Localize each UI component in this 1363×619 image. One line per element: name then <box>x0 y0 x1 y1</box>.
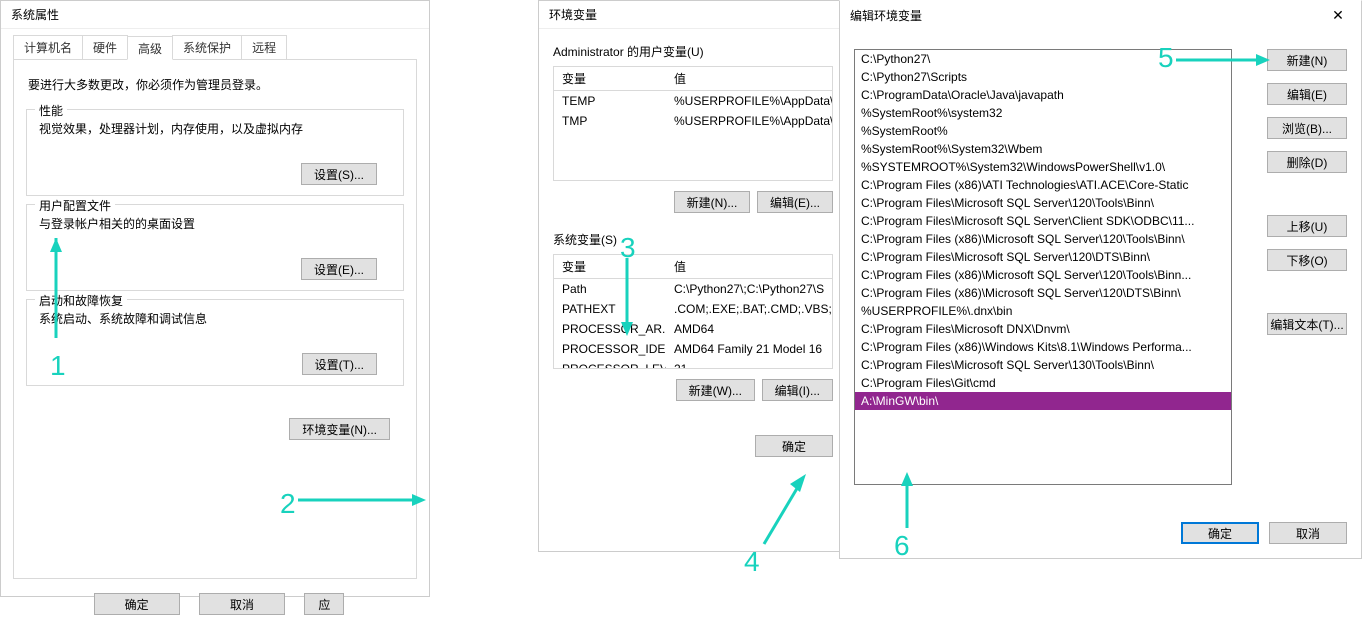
user-edit-button[interactable]: 编辑(E)... <box>757 191 833 213</box>
sys-edit-button[interactable]: 编辑(I)... <box>762 379 833 401</box>
list-item[interactable]: C:\Program Files (x86)\Microsoft SQL Ser… <box>855 284 1231 302</box>
props-titlebar: 系统属性 <box>1 1 429 29</box>
list-item[interactable]: C:\Python27\Scripts <box>855 68 1231 86</box>
env-titlebar: 环境变量 <box>539 1 847 29</box>
user-var-list[interactable]: TEMP%USERPROFILE%\AppData\TMP%USERPROFIL… <box>553 91 833 181</box>
col-var[interactable]: 变量 <box>554 67 666 90</box>
list-item[interactable]: %SystemRoot%\System32\Wbem <box>855 140 1231 158</box>
edit-cancel-button[interactable]: 取消 <box>1269 522 1347 544</box>
tab-1[interactable]: 硬件 <box>82 35 128 59</box>
list-item[interactable]: C:\Program Files (x86)\ATI Technologies\… <box>855 176 1231 194</box>
tab-4[interactable]: 远程 <box>241 35 287 59</box>
move-down-button[interactable]: 下移(O) <box>1267 249 1347 271</box>
boot-legend: 启动和故障恢复 <box>35 292 127 309</box>
table-row[interactable]: PROCESSOR_LEV21 <box>554 359 832 369</box>
tab-2[interactable]: 高级 <box>127 36 173 60</box>
props-note: 要进行大多数更改，你必须作为管理员登录。 <box>14 68 416 101</box>
list-item[interactable]: %SystemRoot% <box>855 122 1231 140</box>
perf-text: 视觉效果，处理器计划，内存使用，以及虚拟内存 <box>39 120 391 137</box>
props-title: 系统属性 <box>7 6 423 23</box>
boot-text: 系统启动、系统故障和调试信息 <box>39 310 391 327</box>
list-item[interactable]: C:\Program Files (x86)\Microsoft SQL Ser… <box>855 266 1231 284</box>
list-item[interactable]: %USERPROFILE%\.dnx\bin <box>855 302 1231 320</box>
move-up-button[interactable]: 上移(U) <box>1267 215 1347 237</box>
list-item[interactable]: %SystemRoot%\system32 <box>855 104 1231 122</box>
edit-titlebar: 编辑环境变量 <box>840 1 1361 29</box>
list-item[interactable]: C:\Program Files\Microsoft SQL Server\13… <box>855 356 1231 374</box>
delete-button[interactable]: 删除(D) <box>1267 151 1347 173</box>
props-tabbody: 要进行大多数更改，你必须作为管理员登录。 性能 视觉效果，处理器计划，内存使用，… <box>13 59 417 579</box>
user-settings-button[interactable]: 设置(E)... <box>301 258 377 280</box>
perf-group: 性能 视觉效果，处理器计划，内存使用，以及虚拟内存 设置(S)... <box>26 109 404 196</box>
perf-settings-button[interactable]: 设置(S)... <box>301 163 377 185</box>
tab-0[interactable]: 计算机名 <box>13 35 83 59</box>
props-cancel-button[interactable]: 取消 <box>199 593 285 615</box>
list-item[interactable]: A:\MinGW\bin\ <box>855 392 1231 410</box>
edit-text-button[interactable]: 编辑文本(T)... <box>1267 313 1347 335</box>
sys-new-button[interactable]: 新建(W)... <box>676 379 755 401</box>
props-apply-button[interactable]: 应 <box>304 593 344 615</box>
list-item[interactable]: C:\Program Files\Microsoft SQL Server\Cl… <box>855 212 1231 230</box>
table-row[interactable]: TMP%USERPROFILE%\AppData\ <box>554 111 832 131</box>
boot-settings-button[interactable]: 设置(T)... <box>302 353 377 375</box>
env-user-label: Administrator 的用户变量(U) <box>539 29 847 66</box>
table-row[interactable]: PROCESSOR_AR...AMD64 <box>554 319 832 339</box>
edit-title: 编辑环境变量 <box>846 7 1355 24</box>
table-row[interactable]: PathC:\Python27\;C:\Python27\S <box>554 279 832 299</box>
browse-button[interactable]: 浏览(B)... <box>1267 117 1347 139</box>
sys-var-header: 变量 值 <box>553 254 833 279</box>
table-row[interactable]: PROCESSOR_IDE...AMD64 Family 21 Model 16 <box>554 339 832 359</box>
perf-legend: 性能 <box>35 102 67 119</box>
props-tabs: 计算机名硬件高级系统保护远程 <box>13 35 417 59</box>
env-ok-button[interactable]: 确定 <box>755 435 833 457</box>
new-button[interactable]: 新建(N) <box>1267 49 1347 71</box>
list-item[interactable]: C:\Program Files\Microsoft DNX\Dnvm\ <box>855 320 1231 338</box>
edit-ok-button[interactable]: 确定 <box>1181 522 1259 544</box>
list-item[interactable]: C:\ProgramData\Oracle\Java\javapath <box>855 86 1231 104</box>
list-item[interactable]: C:\Python27\ <box>855 50 1231 68</box>
col-var2[interactable]: 变量 <box>554 255 666 278</box>
sys-var-list[interactable]: PathC:\Python27\;C:\Python27\SPATHEXT.CO… <box>553 279 833 369</box>
user-legend: 用户配置文件 <box>35 197 115 214</box>
table-row[interactable]: TEMP%USERPROFILE%\AppData\ <box>554 91 832 111</box>
list-item[interactable]: C:\Program Files\Microsoft SQL Server\12… <box>855 248 1231 266</box>
list-item[interactable]: C:\Program Files\Microsoft SQL Server\12… <box>855 194 1231 212</box>
props-ok-button[interactable]: 确定 <box>94 593 180 615</box>
path-list[interactable]: C:\Python27\C:\Python27\ScriptsC:\Progra… <box>854 49 1232 485</box>
env-sys-label: 系统变量(S) <box>539 213 847 254</box>
list-item[interactable]: C:\Program Files (x86)\Microsoft SQL Ser… <box>855 230 1231 248</box>
edit-side-buttons: 新建(N) 编辑(E) 浏览(B)... 删除(D) 上移(U) 下移(O) 编… <box>1267 49 1347 335</box>
list-item[interactable]: C:\Program Files (x86)\Windows Kits\8.1\… <box>855 338 1231 356</box>
userprofile-group: 用户配置文件 与登录帐户相关的的桌面设置 设置(E)... <box>26 204 404 291</box>
startup-group: 启动和故障恢复 系统启动、系统故障和调试信息 设置(T)... <box>26 299 404 386</box>
user-new-button[interactable]: 新建(N)... <box>674 191 751 213</box>
list-item[interactable]: %SYSTEMROOT%\System32\WindowsPowerShell\… <box>855 158 1231 176</box>
close-icon[interactable]: ✕ <box>1315 1 1361 29</box>
table-row[interactable]: PATHEXT.COM;.EXE;.BAT;.CMD;.VBS;. <box>554 299 832 319</box>
edit-button[interactable]: 编辑(E) <box>1267 83 1347 105</box>
env-dialog: 环境变量 Administrator 的用户变量(U) 变量 值 TEMP%US… <box>538 0 848 552</box>
list-item[interactable]: C:\Program Files\Git\cmd <box>855 374 1231 392</box>
tab-3[interactable]: 系统保护 <box>172 35 242 59</box>
user-text: 与登录帐户相关的的桌面设置 <box>39 215 391 232</box>
edit-env-dialog: 编辑环境变量 ✕ C:\Python27\C:\Python27\Scripts… <box>839 0 1362 559</box>
user-var-header: 变量 值 <box>553 66 833 91</box>
col-val[interactable]: 值 <box>666 67 832 90</box>
col-val2[interactable]: 值 <box>666 255 832 278</box>
system-properties-dialog: 系统属性 计算机名硬件高级系统保护远程 要进行大多数更改，你必须作为管理员登录。… <box>0 0 430 597</box>
env-title: 环境变量 <box>545 6 841 23</box>
env-vars-button[interactable]: 环境变量(N)... <box>289 418 390 440</box>
